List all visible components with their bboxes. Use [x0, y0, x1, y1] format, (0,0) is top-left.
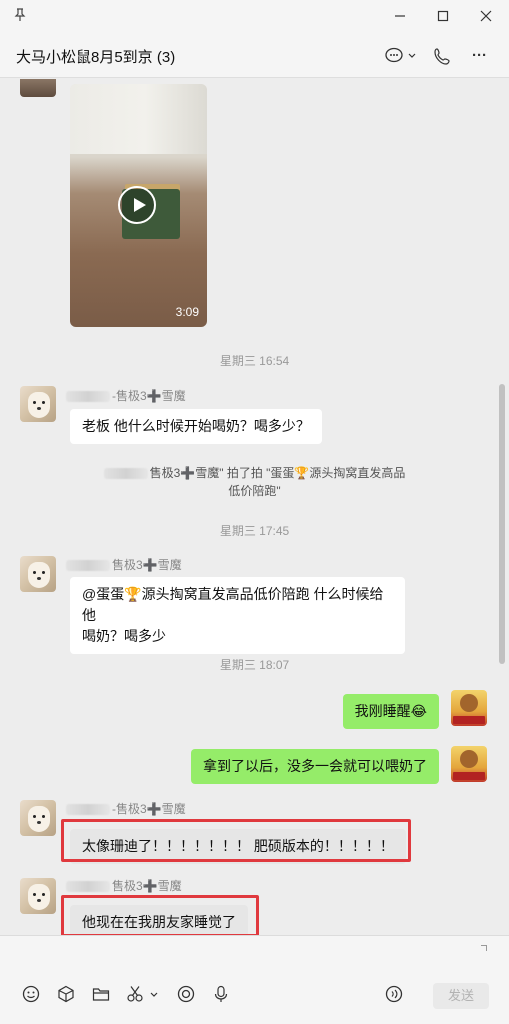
avatar[interactable] — [20, 556, 56, 592]
emoji-icon[interactable] — [20, 985, 42, 1007]
play-icon[interactable] — [118, 186, 156, 224]
video-duration: 3:09 — [175, 305, 199, 319]
timestamp: 星期三 16:54 — [219, 354, 290, 368]
timestamp: 星期三 18:07 — [219, 658, 290, 672]
sender-name: 售极3➕雪魔 — [66, 878, 182, 894]
message-bubble-mine[interactable]: 拿到了以后，没多一会就可以喂奶了 — [191, 749, 439, 784]
message-list[interactable]: 3:09 星期三 16:54 -售极3➕雪魔 老板 他什么时候开始喝奶？喝多少？… — [0, 79, 509, 935]
avatar[interactable] — [20, 386, 56, 422]
message-bubble[interactable]: 老板 他什么时候开始喝奶？喝多少？ — [70, 409, 322, 444]
message-line: 喝奶？喝多少 — [82, 628, 166, 644]
chat-header: 大马小松鼠8月5到京 (3) ··· — [0, 34, 509, 78]
message-line: @蛋蛋🏆源头掏窝直发高品低价陪跑 什么时候给他 — [82, 586, 384, 623]
maximize-button[interactable] — [433, 7, 453, 27]
video-thumbnail — [70, 84, 207, 154]
highlight-box — [61, 819, 411, 862]
system-message: 售极3➕雪魔" 拍了拍 "蛋蛋🏆源头掏窝直发高品 低价陪跑" — [0, 464, 509, 500]
voice-input-icon[interactable] — [383, 985, 405, 1007]
pin-icon[interactable] — [10, 7, 30, 27]
avatar-self[interactable] — [451, 690, 487, 726]
sender-name: 售极3➕雪魔 — [66, 557, 182, 573]
chat-title[interactable]: 大马小松鼠8月5到京 (3) — [16, 46, 175, 67]
sender-name: -售极3➕雪魔 — [66, 388, 186, 404]
more-icon[interactable]: ··· — [472, 46, 487, 66]
record-icon[interactable] — [175, 985, 197, 1007]
microphone-icon[interactable] — [210, 985, 232, 1007]
avatar-self[interactable] — [451, 746, 487, 782]
minimize-button[interactable] — [390, 7, 410, 27]
send-button[interactable]: 发送 — [433, 983, 489, 1009]
message-bubble[interactable]: @蛋蛋🏆源头掏窝直发高品低价陪跑 什么时候给他 喝奶？喝多少 — [70, 577, 405, 654]
video-message[interactable]: 3:09 — [70, 84, 207, 327]
avatar[interactable] — [20, 800, 56, 836]
resize-handle-icon[interactable] — [481, 945, 487, 951]
close-button[interactable] — [476, 7, 496, 27]
timestamp: 星期三 17:45 — [219, 524, 290, 538]
avatar[interactable] — [20, 79, 56, 97]
folder-icon[interactable] — [90, 985, 112, 1007]
screenshot-icon[interactable] — [125, 985, 161, 1007]
message-bubble-mine[interactable]: 我刚睡醒😂 — [342, 694, 439, 729]
call-icon[interactable] — [433, 46, 453, 66]
scrollbar[interactable] — [499, 384, 505, 664]
sender-name: -售极3➕雪魔 — [66, 801, 186, 817]
chat-info-button[interactable] — [385, 46, 419, 66]
highlight-box — [61, 895, 259, 935]
title-bar — [0, 0, 509, 34]
avatar[interactable] — [20, 878, 56, 914]
message-input[interactable] — [8, 940, 499, 980]
favorites-icon[interactable] — [55, 985, 77, 1007]
input-area: 发送 — [0, 935, 509, 1024]
